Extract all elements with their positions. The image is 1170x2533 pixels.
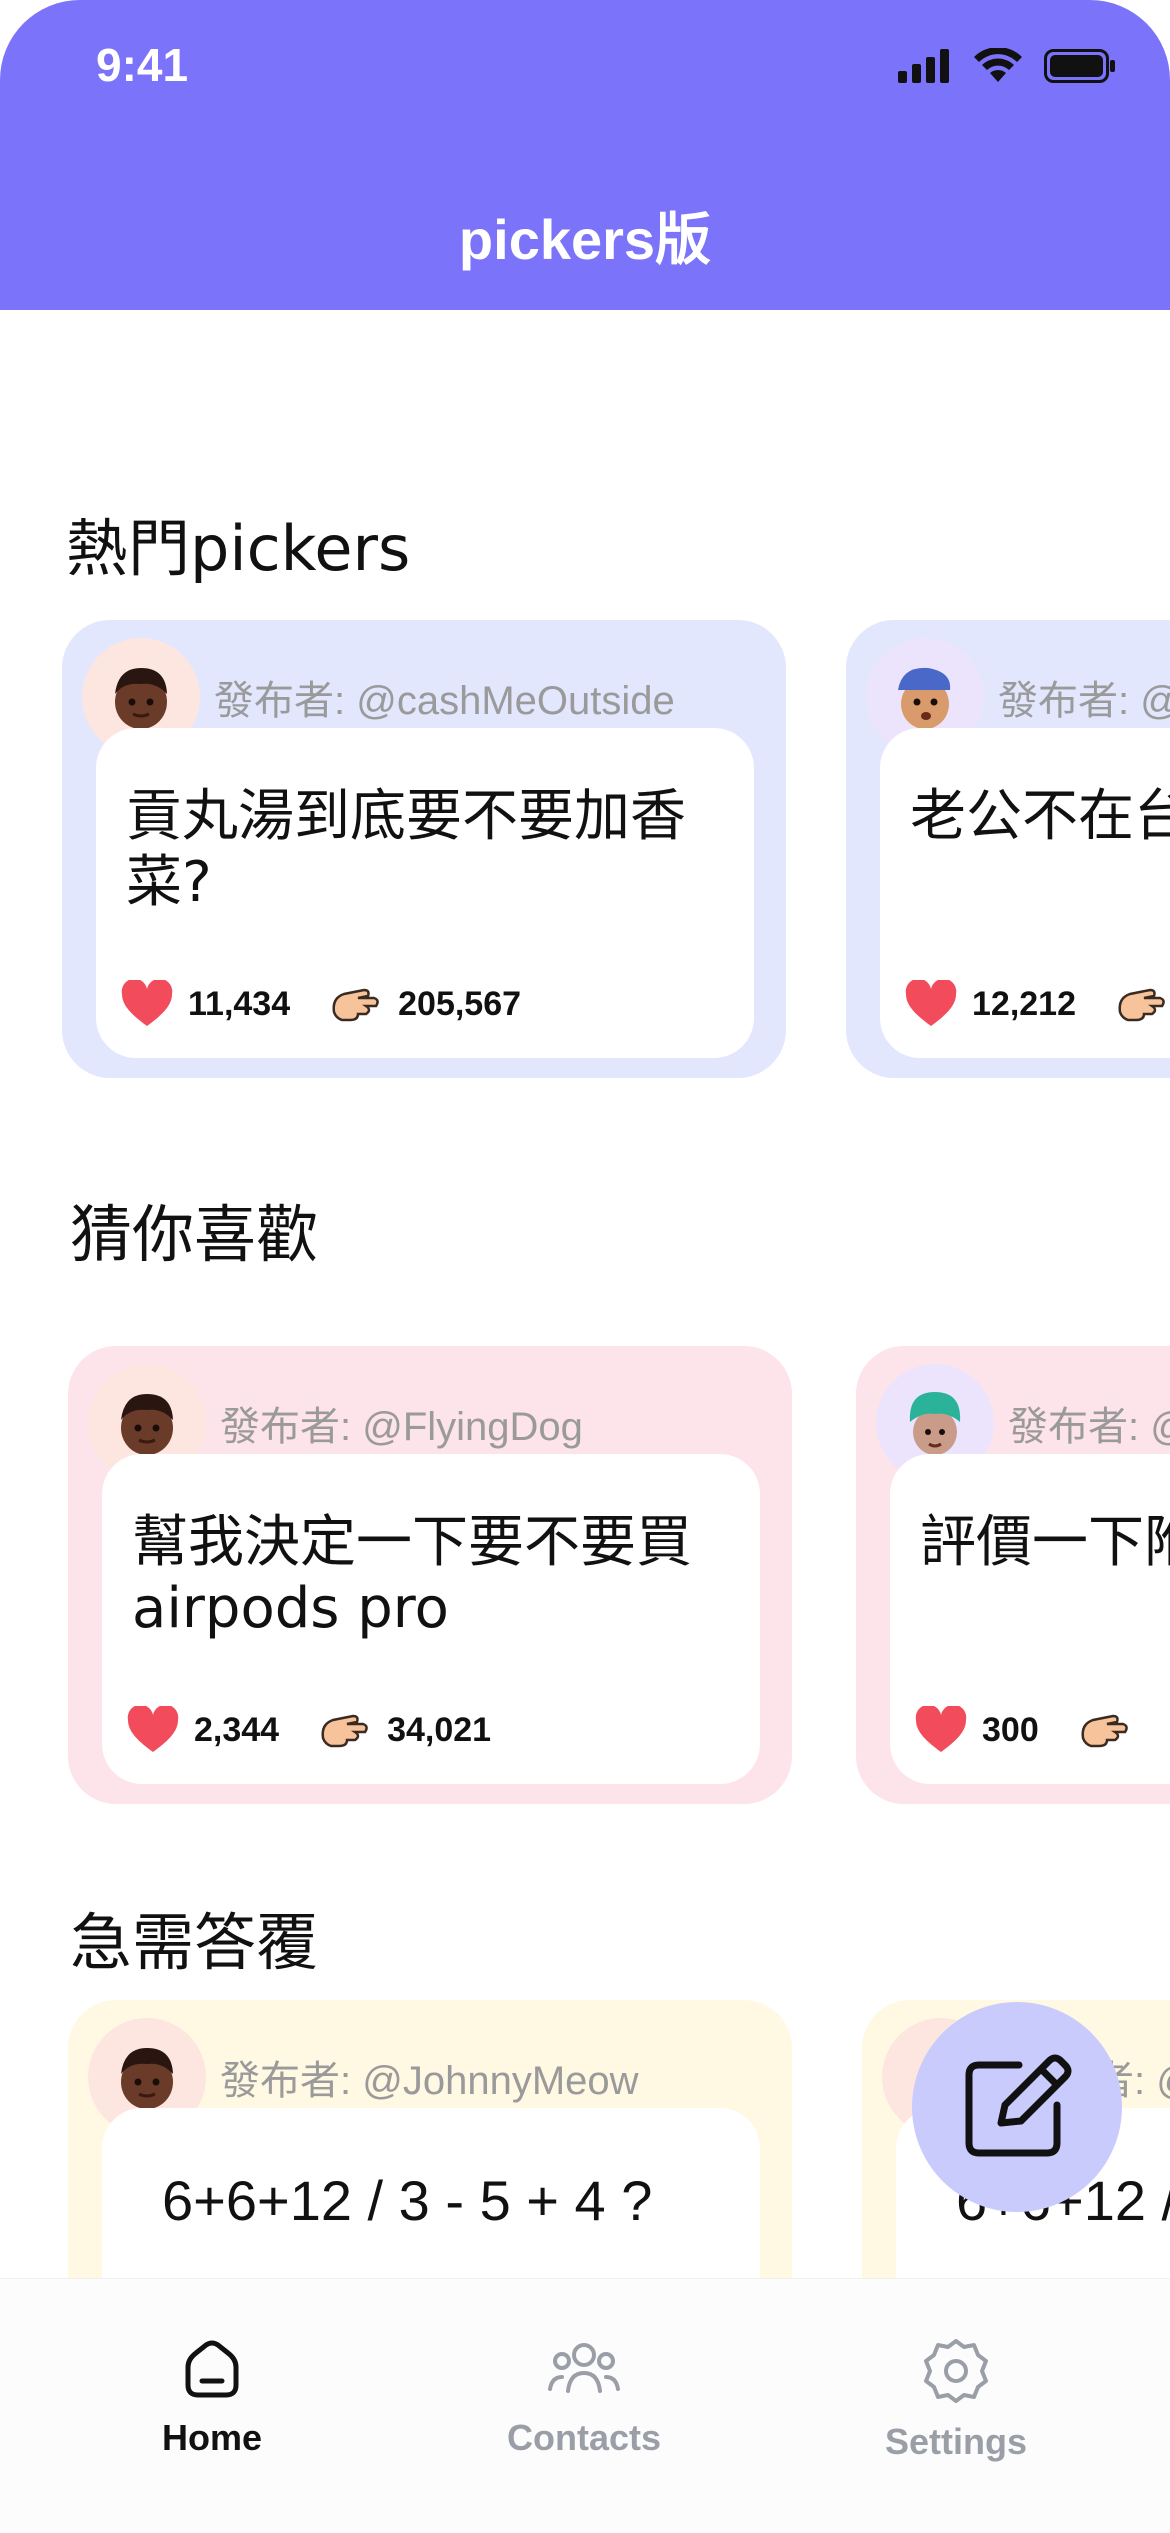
poll-question: 評價一下附 <box>920 1510 1170 1575</box>
poll-card[interactable]: 發布者: @ 評價一下附 300 <box>856 1346 1170 1804</box>
contacts-icon <box>548 2343 620 2393</box>
avatar-icon <box>121 1394 173 1455</box>
section-title-urgent: 急需答覆 <box>70 1906 319 1979</box>
tab-label: Contacts <box>506 2417 662 2458</box>
tab-contacts[interactable]: Contacts <box>454 2337 714 2459</box>
heart-icon[interactable] <box>120 980 174 1028</box>
tab-bar: Home Contacts Settings <box>0 2278 1170 2533</box>
poll-stats: 12,212 <box>904 980 1170 1028</box>
app-header: 9:41 pickers版 <box>0 0 1170 310</box>
hot-pickers-carousel[interactable]: 發布者: @cashMeOutside 貢丸湯到底要不要加香菜? 11,434 … <box>0 620 1170 1090</box>
poll-card-body: 貢丸湯到底要不要加香菜? 11,434 205,567 <box>96 728 754 1058</box>
poll-question: 老公不在台 <box>910 784 1170 849</box>
poll-stats: 2,344 34,021 <box>126 1706 529 1754</box>
pick-count: 205,567 <box>398 984 522 1023</box>
poll-stats: 300 <box>914 1706 1133 1754</box>
pick-hand-icon[interactable] <box>1114 984 1170 1024</box>
poll-card-body: 評價一下附 300 <box>890 1454 1170 1784</box>
heart-icon[interactable] <box>126 1706 180 1754</box>
like-count: 12,212 <box>972 984 1076 1023</box>
pick-hand-icon[interactable] <box>317 1710 373 1750</box>
heart-icon[interactable] <box>904 980 958 1028</box>
poll-card-body: 老公不在台 12,212 <box>880 728 1170 1058</box>
poll-card-body: 幫我決定一下要不要買airpods pro 2,344 34,021 <box>102 1454 760 1784</box>
like-count: 300 <box>982 1710 1039 1749</box>
avatar-icon <box>115 668 167 729</box>
poll-card[interactable]: 發布者: @ 老公不在台 12,212 <box>846 620 1170 1078</box>
recommended-carousel[interactable]: 發布者: @FlyingDog 幫我決定一下要不要買airpods pro 2,… <box>0 1346 1170 1816</box>
section-title-recommended: 猜你喜歡 <box>70 1198 319 1271</box>
poll-question: 貢丸湯到底要不要加香菜? <box>126 784 686 915</box>
tab-label: Home <box>161 2417 263 2458</box>
section-title-hot: 熱門pickers <box>66 512 411 585</box>
tab-label: Settings <box>884 2421 1027 2462</box>
page-title: pickers版 <box>458 208 712 271</box>
like-count: 11,434 <box>188 984 291 1023</box>
poll-card[interactable]: 發布者: @cashMeOutside 貢丸湯到底要不要加香菜? 11,434 … <box>62 620 786 1078</box>
poll-card[interactable]: 發布者: @JohnnyMeow 6+6+12 / 3 - 5 + 4 ? <box>68 2000 792 2278</box>
signal-icon <box>898 49 949 83</box>
avatar-icon <box>898 667 951 729</box>
publisher-label: 發布者: @ <box>1008 1405 1170 1449</box>
publisher-label: 發布者: @ <box>998 679 1170 723</box>
pick-count: 34,021 <box>387 1710 492 1749</box>
edit-icon <box>965 2054 1072 2157</box>
tab-settings[interactable]: Settings <box>826 2337 1086 2463</box>
battery-icon <box>1044 49 1115 83</box>
tab-home[interactable]: Home <box>82 2337 342 2459</box>
settings-icon <box>924 2339 988 2403</box>
like-count: 2,344 <box>194 1710 280 1749</box>
publisher-label: 發布者: @JohnnyMeow <box>220 2059 639 2103</box>
heart-icon[interactable] <box>914 1706 968 1754</box>
poll-card[interactable]: 發布者: @FlyingDog 幫我決定一下要不要買airpods pro 2,… <box>68 1346 792 1804</box>
publisher-label: 發布者: @FlyingDog <box>220 1405 583 1449</box>
status-time: 9:41 <box>96 39 189 91</box>
avatar-icon <box>121 2048 173 2109</box>
pick-hand-icon[interactable] <box>1077 1710 1133 1750</box>
poll-question: 6+6+12 / 3 - 5 + 4 ? <box>162 2169 653 2232</box>
status-icons <box>898 48 1116 84</box>
compose-button[interactable] <box>912 2002 1122 2212</box>
home-icon <box>185 2340 239 2398</box>
poll-card-body: 6+6+12 / 3 - 5 + 4 ? <box>102 2108 760 2278</box>
poll-stats: 11,434 205,567 <box>120 980 559 1028</box>
wifi-icon <box>974 48 1022 82</box>
avatar-icon <box>909 1392 961 1455</box>
poll-question: 幫我決定一下要不要買airpods pro <box>132 1510 692 1641</box>
pick-hand-icon[interactable] <box>328 984 384 1024</box>
publisher-label: 發布者: @cashMeOutside <box>214 679 675 723</box>
